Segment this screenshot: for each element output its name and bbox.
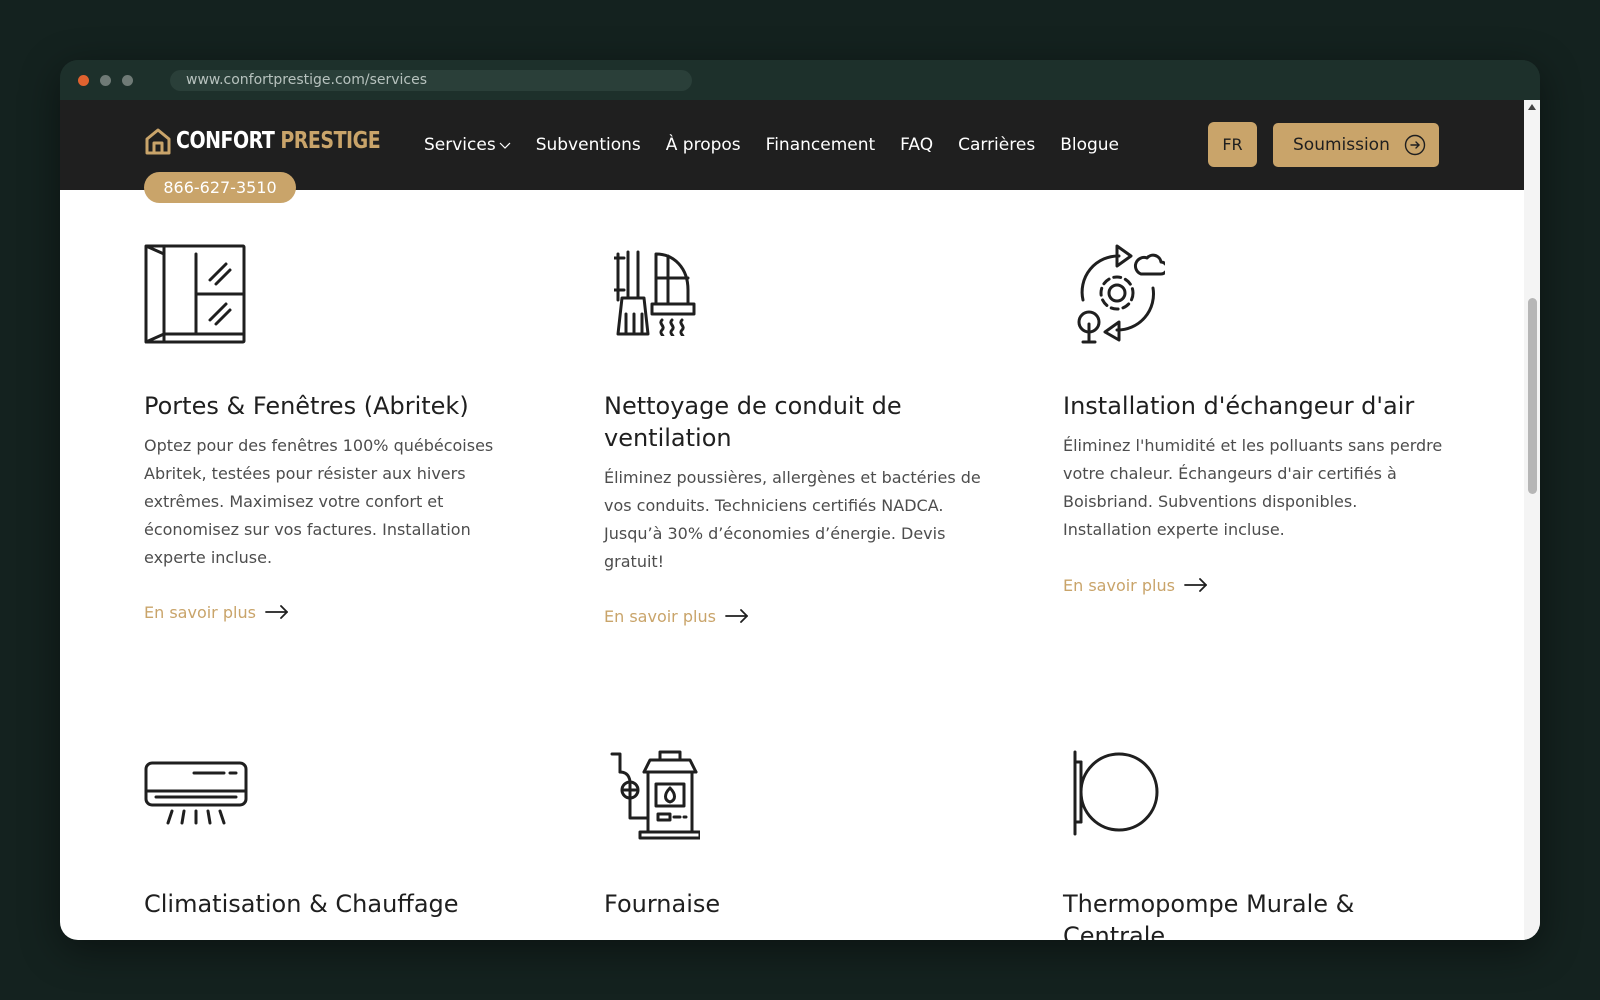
vertical-scrollbar[interactable] — [1524, 100, 1540, 940]
menu-item-blogue[interactable]: Blogue — [1060, 133, 1119, 157]
browser-titlebar: www.confortprestige.com/services — [60, 60, 1540, 100]
main-menu: Services Subventions À propos Financemen… — [424, 133, 1144, 157]
service-title: Thermopompe Murale & Centrale — [1063, 890, 1355, 940]
menu-item-a-propos[interactable]: À propos — [666, 133, 741, 157]
window-icon — [144, 244, 246, 344]
house-logo-icon — [145, 128, 171, 155]
scrollbar-thumb[interactable] — [1528, 298, 1537, 494]
service-title: Installation d'échangeur d'air — [1063, 392, 1415, 420]
arrow-right-icon — [1184, 578, 1207, 592]
arrow-right-icon — [265, 605, 288, 619]
menu-item-subventions[interactable]: Subventions — [536, 133, 641, 157]
heat-pump-icon — [1073, 750, 1159, 836]
air-conditioner-icon — [144, 761, 248, 825]
logo-word-confort: CONFORT — [176, 127, 275, 155]
learn-more-link[interactable]: En savoir plus — [604, 604, 749, 628]
menu-item-carrieres[interactable]: Carrières — [958, 133, 1035, 157]
browser-window: www.confortprestige.com/services Portes … — [60, 60, 1540, 940]
close-window-button[interactable] — [78, 75, 89, 86]
circle-arrow-right-icon — [1404, 134, 1426, 156]
soumission-button[interactable]: Soumission — [1273, 123, 1439, 167]
menu-item-faq[interactable]: FAQ — [900, 133, 933, 157]
menu-item-financement[interactable]: Financement — [766, 133, 876, 157]
minimize-window-button[interactable] — [100, 75, 111, 86]
phone-number-badge[interactable]: 866-627-3510 — [144, 172, 296, 203]
service-title: Fournaise — [604, 890, 721, 918]
chevron-down-icon — [499, 142, 511, 149]
service-description: Éliminez l'humidité et les polluants san… — [1063, 436, 1443, 539]
service-title: Climatisation & Chauffage — [144, 890, 459, 918]
furnace-icon — [610, 750, 700, 840]
menu-item-services[interactable]: Services — [424, 133, 511, 157]
site-logo[interactable]: CONFORT PRESTIGE — [144, 126, 381, 156]
logo-word-prestige: PRESTIGE — [280, 127, 381, 155]
scroll-up-arrow-icon[interactable] — [1528, 104, 1536, 110]
service-title: Nettoyage de conduit de ventilation — [604, 392, 902, 452]
duct-cleaning-icon — [614, 250, 696, 336]
learn-more-link[interactable]: En savoir plus — [1063, 573, 1208, 597]
air-exchanger-icon — [1077, 244, 1165, 344]
arrow-right-icon — [725, 609, 748, 623]
service-description: Éliminez poussières, allergènes et bacté… — [604, 468, 981, 571]
address-bar[interactable]: www.confortprestige.com/services — [170, 70, 692, 91]
page-viewport: Portes & Fenêtres (Abritek) Optez pour d… — [60, 100, 1540, 940]
language-toggle-button[interactable]: FR — [1208, 122, 1257, 167]
service-description: Optez pour des fenêtres 100% québécoises… — [144, 436, 494, 567]
maximize-window-button[interactable] — [122, 75, 133, 86]
service-title: Portes & Fenêtres (Abritek) — [144, 392, 469, 420]
learn-more-link[interactable]: En savoir plus — [144, 600, 289, 624]
